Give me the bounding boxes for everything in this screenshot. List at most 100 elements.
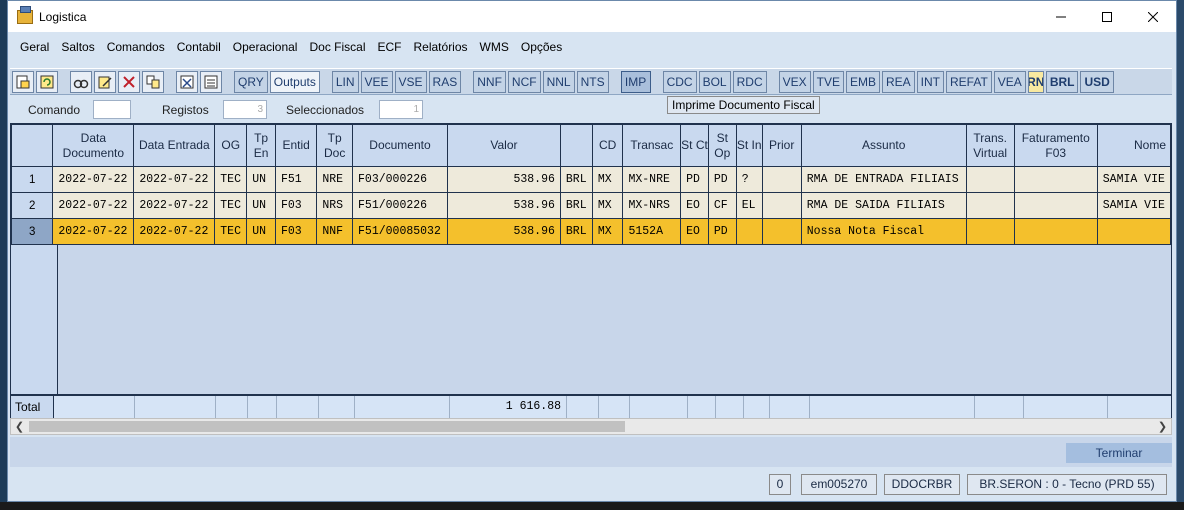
cell-cd: MX [591, 166, 624, 193]
rn-button[interactable]: RN [1027, 70, 1044, 93]
cell-cd: MX [591, 218, 624, 245]
bol-button[interactable]: BOL [698, 70, 731, 93]
cell-documento: F51/000226 [352, 192, 448, 219]
vea-button[interactable]: VEA [993, 70, 1026, 93]
header-faturamento-f03[interactable]: Faturamento F03 [1013, 124, 1098, 167]
menu-operacional[interactable]: Operacional [233, 40, 298, 54]
header-entid[interactable]: Entid [274, 124, 318, 167]
header-st-ct[interactable]: St Ct [680, 124, 709, 167]
cell-currency: BRL [559, 166, 593, 193]
menu-comandos[interactable]: Comandos [107, 40, 165, 54]
tve-button[interactable]: TVE [812, 70, 844, 93]
nts-button[interactable]: NTS [576, 70, 609, 93]
cell-assunto: RMA DE SAIDA FILIAIS [800, 192, 967, 219]
header-data-documento[interactable]: Data Documento [52, 124, 135, 167]
print-preview-button[interactable] [12, 70, 34, 93]
menu-wms[interactable]: WMS [480, 40, 509, 54]
lin-button[interactable]: LIN [331, 70, 359, 93]
ncf-button[interactable]: NCF [507, 70, 541, 93]
minimize-icon [1056, 16, 1066, 17]
scroll-left-icon[interactable]: ❮ [11, 419, 28, 434]
refat-button[interactable]: REFAT [946, 70, 992, 93]
scrollbar-thumb[interactable] [29, 421, 625, 432]
cell-entid: F51 [274, 166, 318, 193]
header-data-entrada[interactable]: Data Entrada [133, 124, 216, 167]
search-button[interactable] [70, 70, 92, 93]
filter-bar: Comando Registos 3 Seleccionados 1 [10, 99, 670, 121]
terminar-button[interactable]: Terminar [1066, 443, 1172, 463]
menu-ecf[interactable]: ECF [378, 40, 402, 54]
vee-button[interactable]: VEE [360, 70, 393, 93]
header-st-op[interactable]: St Op [707, 124, 737, 167]
cell-tp-doc: NRE [316, 166, 354, 193]
edit-document-icon [98, 76, 112, 88]
header-transac[interactable]: Transac [622, 124, 682, 167]
header-og[interactable]: OG [214, 124, 248, 167]
row-number[interactable]: 3 [11, 218, 54, 245]
refresh-button[interactable] [36, 70, 58, 93]
outputs-button[interactable]: Outputs [269, 70, 320, 93]
table-row[interactable]: 1 2022-07-22 2022-07-22 TEC UN F51 NRE F… [11, 166, 1171, 193]
menu-opcoes[interactable]: Opções [521, 40, 562, 54]
cell-cd: MX [591, 192, 624, 219]
brl-button[interactable]: BRL [1045, 70, 1079, 93]
close-button[interactable] [1130, 1, 1176, 32]
header-currency[interactable] [559, 124, 593, 167]
delete-icon [123, 75, 135, 88]
row-number[interactable]: 2 [11, 192, 54, 219]
table-row[interactable]: 2 2022-07-22 2022-07-22 TEC UN F03 NRS F… [11, 192, 1171, 219]
status-environment: BR.SERON : 0 - Tecno (PRD 55) [967, 474, 1167, 495]
cell-faturamento-f03 [1013, 192, 1098, 219]
rdc-button[interactable]: RDC [732, 70, 767, 93]
ras-button[interactable]: RAS [428, 70, 462, 93]
header-valor[interactable]: Valor [446, 124, 561, 167]
horizontal-scrollbar[interactable]: ❮ ❯ [10, 418, 1172, 435]
total-value: 1 616.88 [450, 396, 567, 418]
menu-relatorios[interactable]: Relatórios [414, 40, 468, 54]
header-prior[interactable]: Prior [761, 124, 802, 167]
nnf-button[interactable]: NNF [473, 70, 506, 93]
close-icon [1148, 11, 1158, 22]
minimize-button[interactable] [1038, 1, 1084, 32]
calculator-button[interactable] [176, 70, 198, 93]
registos-field: 3 [223, 100, 267, 119]
qry-button[interactable]: QRY [234, 70, 268, 93]
emb-button[interactable]: EMB [845, 70, 880, 93]
cell-entid: F03 [274, 192, 318, 219]
header-trans-virtual[interactable]: Trans. Virtual [965, 124, 1015, 167]
menu-geral[interactable]: Geral [20, 40, 49, 54]
report-icon [204, 75, 218, 88]
imp-button[interactable]: IMP [620, 70, 651, 93]
vex-button[interactable]: VEX [778, 70, 811, 93]
header-cd[interactable]: CD [591, 124, 624, 167]
copy-button[interactable] [142, 70, 164, 93]
grid-empty-area [11, 245, 1171, 395]
total-label: Total [11, 396, 54, 418]
int-button[interactable]: INT [916, 70, 945, 93]
cell-tp-doc: NRS [316, 192, 354, 219]
delete-button[interactable] [118, 70, 140, 93]
menu-saltos[interactable]: Saltos [61, 40, 94, 54]
edit-button[interactable] [94, 70, 116, 93]
row-number[interactable]: 1 [11, 166, 54, 193]
scroll-right-icon[interactable]: ❯ [1154, 419, 1171, 434]
comando-input[interactable] [93, 100, 131, 119]
header-tp-doc[interactable]: Tp Doc [316, 124, 354, 167]
header-documento[interactable]: Documento [352, 124, 448, 167]
header-assunto[interactable]: Assunto [800, 124, 967, 167]
menu-contabil[interactable]: Contabil [177, 40, 221, 54]
table-row-selected[interactable]: 3 2022-07-22 2022-07-22 TEC UN F03 NNF F… [11, 218, 1171, 245]
vse-button[interactable]: VSE [394, 70, 427, 93]
maximize-button[interactable] [1084, 1, 1130, 32]
header-tp-en[interactable]: Tp En [246, 124, 276, 167]
cell-assunto: Nossa Nota Fiscal [800, 218, 967, 245]
cdc-button[interactable]: CDC [662, 70, 697, 93]
header-nome[interactable]: Nome [1096, 124, 1171, 167]
nnl-button[interactable]: NNL [542, 70, 575, 93]
cell-tp-en: UN [246, 192, 276, 219]
menu-doc-fiscal[interactable]: Doc Fiscal [309, 40, 365, 54]
rea-button[interactable]: REA [881, 70, 915, 93]
header-st-in[interactable]: St In [735, 124, 763, 167]
report-button[interactable] [200, 70, 222, 93]
usd-button[interactable]: USD [1080, 70, 1114, 93]
